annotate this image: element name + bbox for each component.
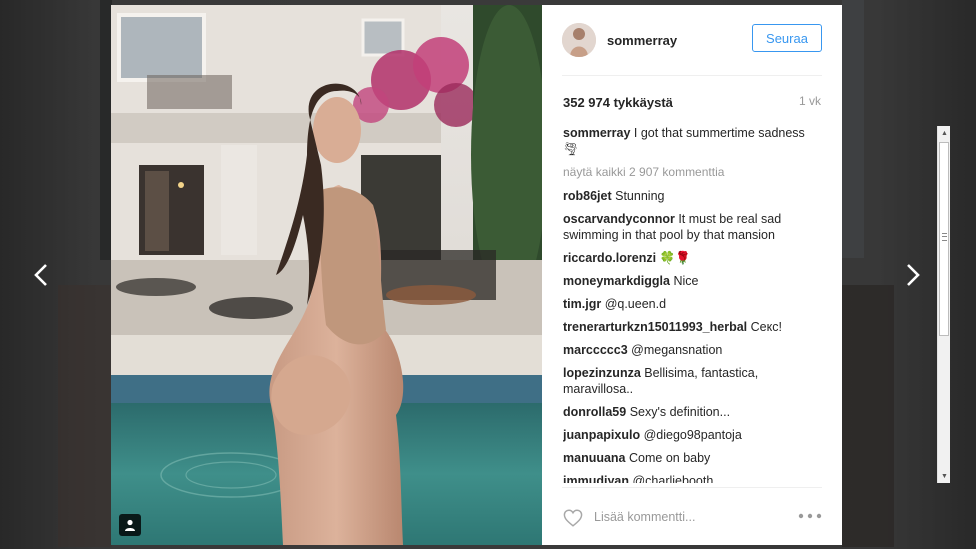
comment-item: oscarvandyconnor It must be real sad swi… bbox=[563, 211, 821, 243]
post-modal: sommerray Seuraa 352 974 tykkäystä 1 vk … bbox=[111, 5, 950, 546]
post-sidebar: sommerray Seuraa 352 974 tykkäystä 1 vk … bbox=[542, 5, 950, 546]
likes-count[interactable]: 352 974 tykkäystä bbox=[563, 95, 673, 110]
comment-text: 🍀🌹 bbox=[659, 251, 691, 265]
comment-username[interactable]: moneymarkdiggla bbox=[563, 274, 670, 288]
comment-username[interactable]: lopezinzunza bbox=[563, 366, 641, 380]
comment-text: @diego98pantoja bbox=[643, 428, 742, 442]
comment-item: riccardo.lorenzi 🍀🌹 bbox=[563, 250, 821, 266]
follow-button[interactable]: Seuraa bbox=[752, 24, 822, 52]
comment-item: lopezinzunza Bellisima, fantastica, mara… bbox=[563, 365, 821, 397]
comment-username[interactable]: tim.jgr bbox=[563, 297, 601, 311]
post-photo bbox=[111, 5, 542, 545]
comment-username[interactable]: oscarvandyconnor bbox=[563, 212, 675, 226]
comment-text: Nice bbox=[673, 274, 699, 288]
comment-item: moneymarkdiggla Nice bbox=[563, 273, 821, 289]
comment-text: Stunning bbox=[615, 189, 665, 203]
comment-text: @charliebooth bbox=[632, 474, 714, 483]
comment-text: @q.ueen.d bbox=[604, 297, 667, 311]
comment-item: manuuana Come on baby bbox=[563, 450, 821, 466]
user-tag-icon bbox=[125, 519, 135, 531]
heart-outline-icon[interactable] bbox=[563, 509, 583, 527]
comment-username[interactable]: sommerray bbox=[563, 126, 630, 140]
scroll-up-arrow-icon[interactable]: ▲ bbox=[938, 126, 951, 140]
scrollbar-thumb[interactable] bbox=[939, 142, 949, 336]
comment-username[interactable]: rob86jet bbox=[563, 189, 612, 203]
post-header: sommerray Seuraa bbox=[562, 5, 822, 76]
comment-item: immudiyan @charliebooth bbox=[563, 473, 821, 483]
post-username[interactable]: sommerray bbox=[607, 33, 677, 48]
avatar[interactable] bbox=[562, 23, 596, 57]
comment-item: tim.jgr @q.ueen.d bbox=[563, 296, 821, 312]
comment-username[interactable]: riccardo.lorenzi bbox=[563, 251, 656, 265]
comment-item: marccccc3 @megansnation bbox=[563, 342, 821, 358]
chevron-right-icon bbox=[907, 264, 920, 286]
comment-text: Секс! bbox=[750, 320, 782, 334]
add-comment-input[interactable] bbox=[594, 507, 774, 527]
comment-item: trenerarturkzn15011993_herbal Секс! bbox=[563, 319, 821, 335]
comment-username[interactable]: trenerarturkzn15011993_herbal bbox=[563, 320, 747, 334]
comment-username[interactable]: immudiyan bbox=[563, 474, 629, 483]
previous-post-button[interactable] bbox=[30, 260, 52, 290]
comment-username[interactable]: manuuana bbox=[563, 451, 626, 465]
comment-item: juanpapixulo @diego98pantoja bbox=[563, 427, 821, 443]
comments-scrollbar[interactable]: ▲ ▼ bbox=[937, 126, 950, 483]
comment-container: rob86jet Stunning oscarvandyconnor It mus… bbox=[563, 188, 821, 483]
post-timestamp[interactable]: 1 vk bbox=[799, 94, 821, 108]
view-all-comments-link[interactable]: näytä kaikki 2 907 kommenttia bbox=[563, 164, 821, 180]
comment-username[interactable]: juanpapixulo bbox=[563, 428, 640, 442]
next-post-button[interactable] bbox=[902, 260, 924, 290]
scroll-down-arrow-icon[interactable]: ▼ bbox=[938, 469, 951, 483]
comment-text: @megansnation bbox=[631, 343, 723, 357]
caption: sommerray I got that summertime sadness … bbox=[563, 125, 821, 157]
comments-list: sommerray I got that summertime sadness … bbox=[563, 125, 821, 483]
comment-item: rob86jet Stunning bbox=[563, 188, 821, 204]
user-tag-button[interactable] bbox=[119, 514, 141, 536]
comment-item: donrolla59 Sexy's definition... bbox=[563, 404, 821, 420]
comment-text: Come on baby bbox=[629, 451, 711, 465]
comment-username[interactable]: marccccc3 bbox=[563, 343, 628, 357]
comment-text: Sexy's definition... bbox=[629, 405, 731, 419]
comment-username[interactable]: donrolla59 bbox=[563, 405, 626, 419]
post-footer bbox=[562, 487, 822, 546]
more-dots-icon[interactable] bbox=[798, 512, 822, 520]
chevron-left-icon bbox=[34, 264, 47, 286]
